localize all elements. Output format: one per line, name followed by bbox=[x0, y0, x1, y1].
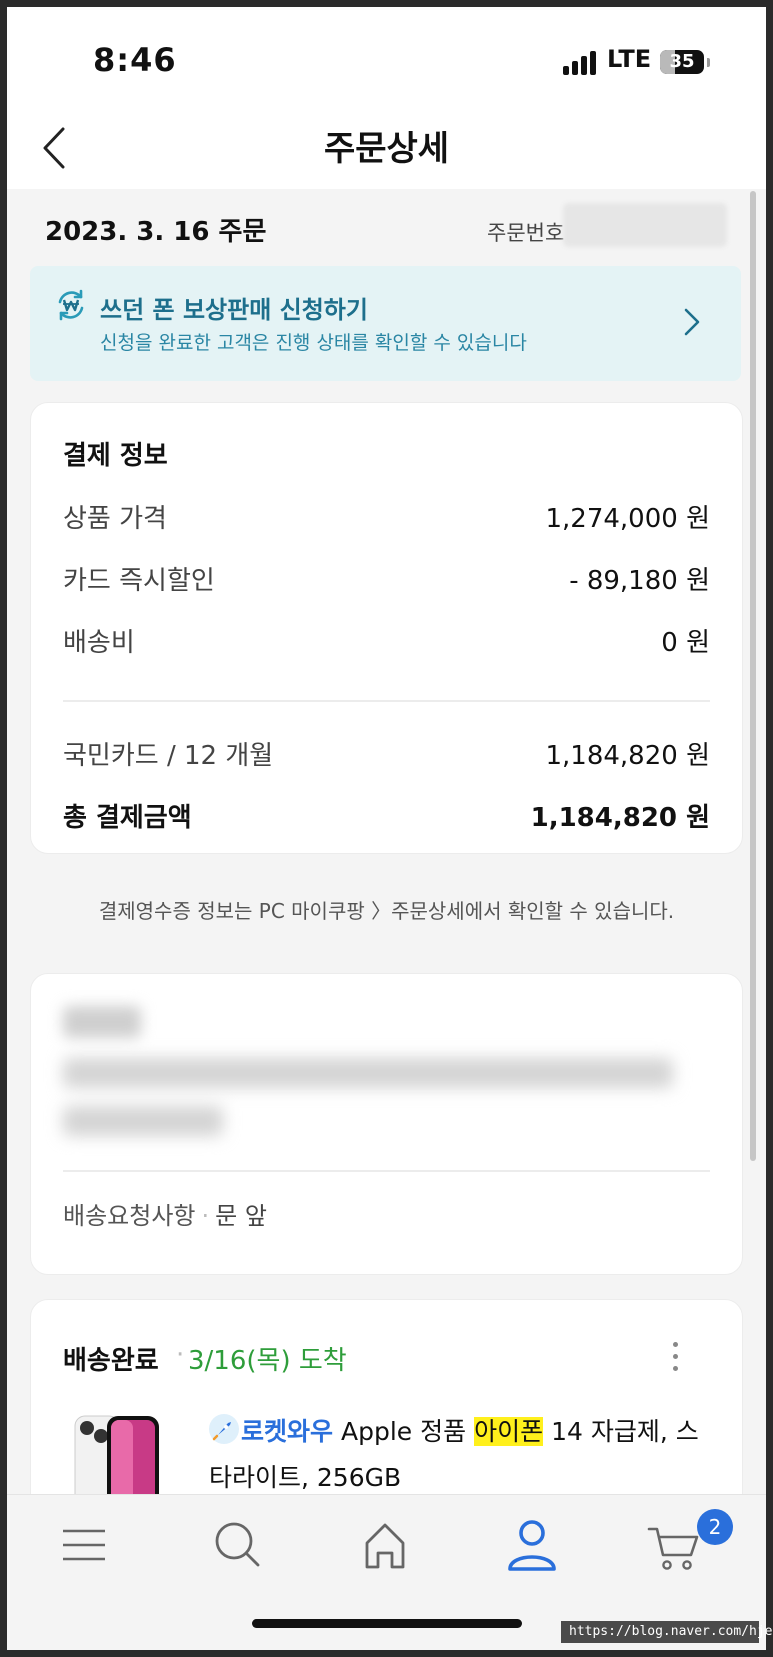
product-name-prefix: Apple 정품 bbox=[341, 1417, 467, 1446]
battery-level: 35 bbox=[669, 51, 695, 72]
more-options-icon[interactable] bbox=[671, 1340, 681, 1374]
clock: 8:46 bbox=[93, 41, 177, 79]
arrival-date: 3/16(목) 도착 bbox=[188, 1346, 347, 1376]
row-value: 1,274,000 원 bbox=[545, 504, 710, 534]
page-title: 주문상세 bbox=[323, 129, 450, 169]
shipping-fee-row: 배송비 0 원 bbox=[63, 622, 710, 662]
shipment-status: 배송완료 bbox=[63, 1346, 159, 1376]
payment-method-row: 국민카드 / 12 개월 1,184,820 원 bbox=[63, 735, 710, 775]
product-name-highlight: 아이폰 bbox=[474, 1417, 544, 1446]
network-label: LTE bbox=[607, 45, 652, 73]
delivery-request: 배송요청사항 · 문 앞 bbox=[63, 1202, 267, 1230]
row-label: 국민카드 / 12 개월 bbox=[63, 741, 274, 771]
total-row: 총 결제금액 1,184,820 원 bbox=[63, 797, 710, 837]
menu-icon[interactable] bbox=[57, 1517, 117, 1573]
divider bbox=[63, 700, 710, 702]
product-name-suffix: 14 자급제, 스 bbox=[551, 1417, 699, 1446]
banner-subtitle: 신청을 완료한 고객은 진행 상태를 확인할 수 있습니다 bbox=[100, 332, 527, 354]
cart-count-badge: 2 bbox=[697, 1509, 733, 1545]
home-indicator[interactable] bbox=[252, 1619, 522, 1628]
rocket-wow-label: 로켓와우 bbox=[241, 1417, 334, 1446]
row-value: 1,184,820 원 bbox=[530, 803, 710, 833]
row-value: - 89,180 원 bbox=[569, 566, 710, 596]
signal-icon bbox=[563, 51, 599, 75]
separator-dot: · bbox=[176, 1340, 185, 1370]
order-date: 2023. 3. 16 주문 bbox=[45, 217, 267, 247]
address-line-blurred bbox=[63, 1058, 673, 1088]
order-number-label: 주문번호 bbox=[487, 221, 565, 245]
rocket-wow-icon bbox=[209, 1414, 239, 1444]
delivery-address-card: 배송요청사항 · 문 앞 bbox=[30, 973, 743, 1275]
recipient-name-blurred bbox=[63, 1006, 141, 1038]
chevron-right-icon bbox=[684, 308, 700, 336]
row-value: 0 원 bbox=[661, 628, 710, 658]
delivery-request-value: 문 앞 bbox=[215, 1202, 267, 1230]
home-icon[interactable] bbox=[357, 1517, 417, 1573]
battery-icon: 35 bbox=[660, 50, 704, 74]
order-number-blurred bbox=[563, 203, 727, 247]
watermark: https://blog.naver.com/hjee__ bbox=[561, 1621, 773, 1643]
price-row: 상품 가격 1,274,000 원 bbox=[63, 498, 710, 538]
row-value: 1,184,820 원 bbox=[545, 741, 710, 771]
receipt-notice: 결제영수증 정보는 PC 마이쿠팡 〉주문상세에서 확인할 수 있습니다. bbox=[98, 899, 675, 923]
banner-title: 쓰던 폰 보상판매 신청하기 bbox=[100, 296, 368, 324]
page-header: 주문상세 bbox=[7, 107, 766, 189]
card-discount-row: 카드 즉시할인 - 89,180 원 bbox=[63, 560, 710, 600]
delivery-request-label: 배송요청사항 bbox=[63, 1202, 196, 1230]
status-bar: 8:46 LTE 35 bbox=[7, 7, 766, 107]
payment-info-card: 결제 정보 상품 가격 1,274,000 원 카드 즉시할인 - 89,180… bbox=[30, 402, 743, 854]
scrollbar[interactable] bbox=[750, 191, 756, 1161]
phone-number-blurred bbox=[63, 1106, 223, 1136]
payment-title: 결제 정보 bbox=[63, 441, 168, 471]
row-label: 배송비 bbox=[63, 628, 135, 658]
product-title-line2: 타라이트, 256GB bbox=[209, 1463, 402, 1492]
trade-in-banner[interactable]: 쓰던 폰 보상판매 신청하기 신청을 완료한 고객은 진행 상태를 확인할 수 … bbox=[30, 266, 741, 381]
search-icon[interactable] bbox=[210, 1517, 270, 1573]
phone-screen: 8:46 LTE 35 주문상세 2023. 3. 16 주문 주문번호 쓰던 … bbox=[7, 7, 766, 1650]
row-label: 카드 즉시할인 bbox=[63, 566, 215, 596]
row-label: 총 결제금액 bbox=[63, 803, 192, 833]
my-coupang-icon[interactable] bbox=[504, 1517, 564, 1573]
row-label: 상품 가격 bbox=[63, 504, 167, 534]
product-title[interactable]: 로켓와우 Apple 정품 아이폰 14 자급제, 스 bbox=[209, 1412, 699, 1448]
divider bbox=[63, 1170, 710, 1172]
won-refresh-icon bbox=[58, 289, 84, 321]
battery-tip bbox=[707, 58, 710, 67]
